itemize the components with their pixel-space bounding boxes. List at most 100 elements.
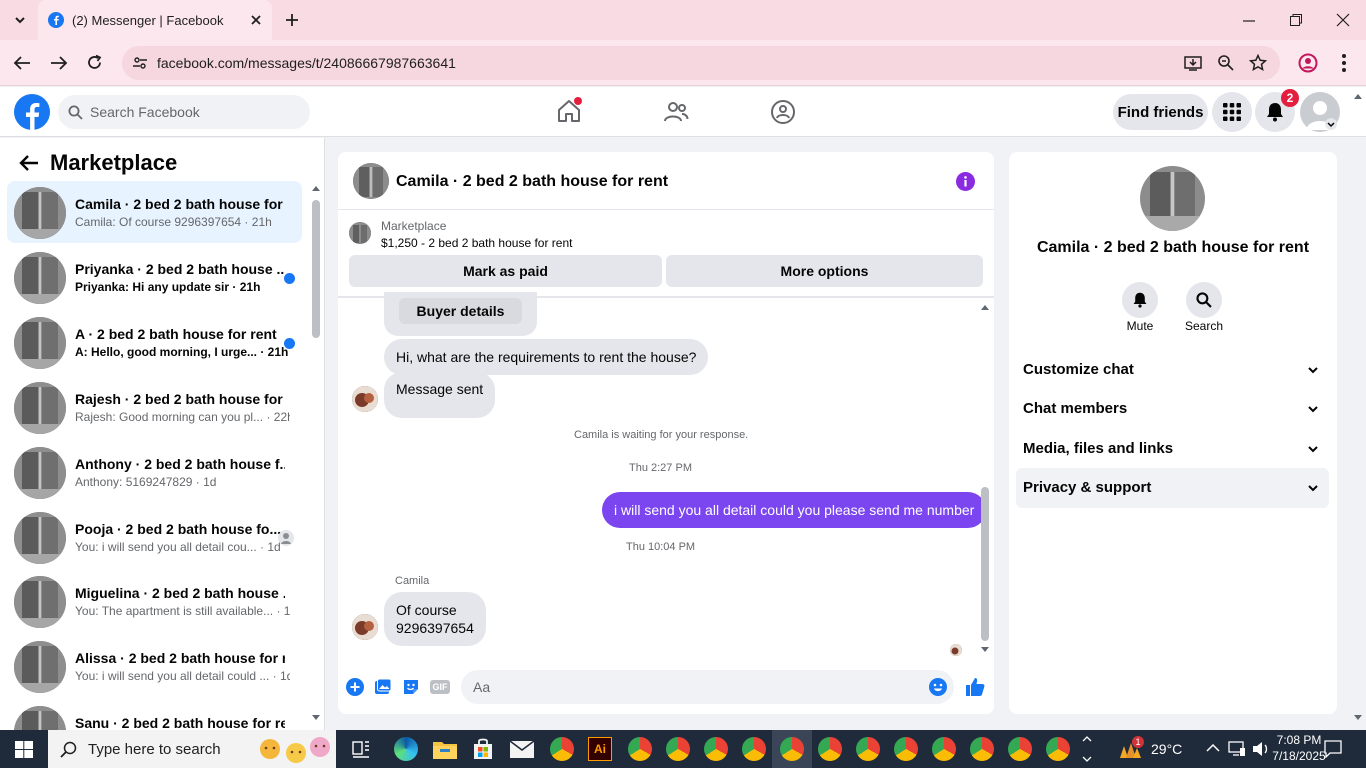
message-input[interactable]: Aa: [461, 670, 954, 704]
sticker-icon[interactable]: [402, 678, 420, 696]
temperature[interactable]: 29°C: [1151, 741, 1182, 757]
conversation-row[interactable]: Priyanka · 2 bed 2 bath house ... Priyank…: [7, 246, 302, 308]
conversation-info-icon[interactable]: [956, 172, 975, 191]
listing-thumbnail[interactable]: [349, 222, 371, 244]
find-friends-button[interactable]: Find friends: [1113, 94, 1208, 130]
conversation-snippet: Camila: Of course 9296397654 · 21h: [75, 215, 272, 229]
tab-search-chevron-icon[interactable]: [12, 12, 28, 28]
window-minimize-icon[interactable]: [1242, 14, 1256, 28]
browser-menu-icon[interactable]: [1341, 53, 1347, 73]
illustrator-icon[interactable]: Ai: [588, 737, 612, 761]
conversation-row[interactable]: Rajesh · 2 bed 2 bath house for ... Rajes…: [7, 376, 302, 438]
listing-title[interactable]: $1,250 - 2 bed 2 bath house for rent: [381, 236, 572, 250]
bookmark-star-icon[interactable]: [1249, 54, 1267, 72]
chrome-profile-icon[interactable]: [704, 737, 728, 761]
facebook-search-input[interactable]: Search Facebook: [58, 95, 310, 129]
scroll-down-icon[interactable]: [311, 714, 321, 722]
conversation-row[interactable]: Miguelina · 2 bed 2 bath house ... You: T…: [7, 570, 302, 632]
window-restore-icon[interactable]: [1289, 13, 1303, 27]
clock-date[interactable]: 7/18/2025: [1271, 749, 1327, 763]
chrome-profile-icon[interactable]: [1046, 737, 1070, 761]
taskbar-overflow-icon[interactable]: [1082, 734, 1092, 764]
reload-icon[interactable]: [86, 54, 103, 71]
chrome-profile-icon[interactable]: [932, 737, 956, 761]
forward-arrow-icon[interactable]: [50, 55, 68, 71]
profile-icon[interactable]: [1298, 53, 1318, 73]
more-options-button[interactable]: More options: [666, 255, 983, 287]
grid-icon: [1223, 103, 1241, 121]
chrome-profile-icon[interactable]: [818, 737, 842, 761]
tab-close-icon[interactable]: [248, 12, 264, 28]
buyer-details-button[interactable]: Buyer details: [399, 298, 522, 324]
conversation-row[interactable]: A · 2 bed 2 bath house for rent A: Hello,…: [7, 311, 302, 373]
conversation-row[interactable]: Pooja · 2 bed 2 bath house fo... You: i w…: [7, 506, 302, 568]
conversation-row[interactable]: Alissa · 2 bed 2 bath house for r... You:…: [7, 635, 302, 697]
chrome-profile-icon[interactable]: [970, 737, 994, 761]
mark-as-paid-button[interactable]: Mark as paid: [349, 255, 662, 287]
conversation-row[interactable]: Anthony · 2 bed 2 bath house f... Anthony…: [7, 441, 302, 503]
conversation-list-panel: Marketplace Camila · 2 bed 2 bath house …: [0, 138, 325, 730]
facebook-logo-icon[interactable]: [14, 94, 50, 130]
facebook-top-bar: Search Facebook Find friends 2: [0, 87, 1366, 137]
taskbar-search-input[interactable]: Type here to search: [48, 730, 336, 768]
page-scroll-down-icon[interactable]: [1353, 714, 1363, 722]
camila-avatar[interactable]: [352, 614, 378, 640]
search-in-chat-button[interactable]: [1186, 282, 1222, 318]
conversation-list-scrollbar[interactable]: [312, 200, 320, 338]
chat-info-avatar[interactable]: [1140, 166, 1205, 231]
chat-scroll-down-icon[interactable]: [980, 646, 990, 654]
notification-center-icon[interactable]: [1324, 740, 1342, 758]
chat-scroll-up-icon[interactable]: [980, 303, 990, 311]
new-tab-plus-icon[interactable]: [284, 12, 300, 28]
chrome-icon[interactable]: [550, 737, 574, 761]
camila-avatar[interactable]: [352, 386, 378, 412]
chrome-profile-icon[interactable]: [1008, 737, 1032, 761]
home-icon[interactable]: [556, 97, 582, 124]
section-customize-chat[interactable]: Customize chat: [1016, 350, 1329, 390]
chat-header: Camila · 2 bed 2 bath house for rent: [338, 152, 994, 210]
address-bar[interactable]: facebook.com/messages/t/2408666798766364…: [122, 46, 1280, 80]
browser-tab-messenger[interactable]: (2) Messenger | Facebook: [38, 0, 272, 40]
chrome-profile-icon[interactable]: [628, 737, 652, 761]
show-hidden-icons-chevron-icon[interactable]: [1206, 743, 1220, 753]
scroll-up-icon[interactable]: [311, 184, 321, 192]
chrome-profile-icon[interactable]: [742, 737, 766, 761]
chat-scrollbar[interactable]: [981, 487, 989, 641]
edge-browser-icon[interactable]: [394, 737, 418, 761]
menu-grid-button[interactable]: [1212, 92, 1252, 132]
emoji-icon[interactable]: [929, 678, 947, 696]
task-view-icon[interactable]: [351, 740, 371, 758]
chrome-profile-icon[interactable]: [856, 737, 880, 761]
chat-listing-avatar[interactable]: [353, 163, 389, 199]
groups-icon[interactable]: [770, 99, 796, 125]
attach-photo-icon[interactable]: [374, 678, 392, 696]
back-arrow-icon[interactable]: [13, 55, 31, 71]
clock-time[interactable]: 7:08 PM: [1275, 733, 1323, 747]
account-chevron-icon[interactable]: [1325, 118, 1337, 130]
mute-button[interactable]: [1122, 282, 1158, 318]
window-close-icon[interactable]: [1336, 13, 1350, 27]
file-explorer-icon[interactable]: [433, 739, 457, 759]
back-arrow-icon[interactable]: [19, 154, 39, 172]
zoom-icon[interactable]: [1217, 54, 1235, 72]
volume-icon[interactable]: [1252, 741, 1270, 757]
conversation-row[interactable]: Camila · 2 bed 2 bath house for ... Camil…: [7, 181, 302, 243]
friends-icon[interactable]: [663, 99, 689, 125]
site-settings-icon[interactable]: [132, 55, 148, 71]
section-privacy-support[interactable]: Privacy & support: [1016, 468, 1329, 508]
more-actions-plus-icon[interactable]: [346, 678, 364, 696]
chrome-profile-icon[interactable]: [894, 737, 918, 761]
chrome-active-icon[interactable]: [780, 737, 804, 761]
mail-icon[interactable]: [510, 741, 534, 758]
page-scroll-up-icon[interactable]: [1353, 92, 1363, 100]
gif-icon[interactable]: GIF: [430, 680, 450, 694]
install-app-icon[interactable]: [1184, 54, 1202, 72]
conversation-row[interactable]: Sanu · 2 bed 2 bath house for re...: [7, 700, 302, 730]
microsoft-store-icon[interactable]: [472, 738, 494, 760]
chrome-profile-icon[interactable]: [666, 737, 690, 761]
windows-start-icon[interactable]: [15, 741, 33, 758]
section-media-files-links[interactable]: Media, files and links: [1016, 429, 1329, 469]
network-icon[interactable]: [1228, 741, 1246, 757]
like-thumb-icon[interactable]: [964, 676, 986, 698]
section-chat-members[interactable]: Chat members: [1016, 389, 1329, 429]
